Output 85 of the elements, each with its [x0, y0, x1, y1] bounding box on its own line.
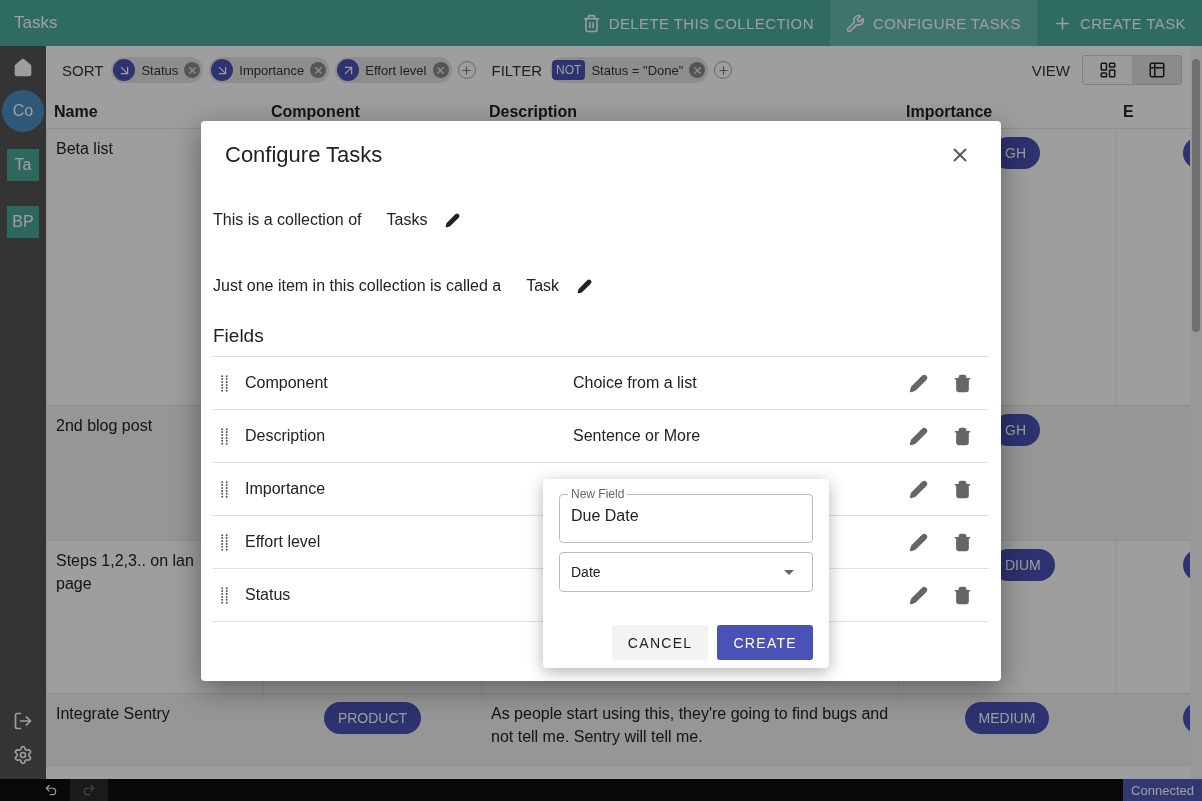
pencil-icon [909, 373, 928, 393]
pencil-icon [445, 212, 461, 228]
filter-label: FILTER [491, 61, 543, 79]
column-header: Importance [905, 102, 994, 122]
drag-handle-icon[interactable] [221, 533, 228, 551]
caret-icon [784, 569, 794, 575]
field-name: Importance [245, 480, 327, 498]
plus-icon [716, 63, 730, 77]
name-value: Tasks [386, 211, 428, 229]
trash-icon [953, 585, 972, 605]
close-icon [435, 64, 446, 76]
sort-chip[interactable]: Importance [209, 57, 330, 83]
fields-heading: Fields [213, 325, 265, 347]
filter-chip[interactable]: NOT Status = "Done" [550, 57, 709, 83]
pencil-icon [909, 532, 928, 552]
close-icon [186, 64, 198, 76]
trash-icon [953, 373, 972, 393]
dialog-text: This is a collection of [213, 211, 362, 229]
dialog-text: Just one item in this collection is called a [213, 277, 502, 295]
chip-label: Effort level [364, 62, 428, 78]
task-name: Integrate Sentry [56, 704, 170, 724]
create-button[interactable]: CREATE [717, 625, 813, 660]
logout-icon [13, 711, 33, 731]
chip-label: Importance [238, 62, 306, 78]
scrollbar-thumb[interactable] [1192, 59, 1200, 332]
table-icon [1147, 61, 1166, 79]
connection-status: Connected [1123, 779, 1202, 801]
pencil-icon [909, 585, 928, 605]
edit-button[interactable] [445, 212, 461, 228]
field-name: Effort level [245, 533, 322, 551]
chip-label: Status [140, 62, 180, 78]
task-name: 2nd blog post [56, 416, 153, 436]
trash-icon [953, 426, 972, 446]
settings-icon [13, 745, 33, 765]
field-type: Choice from a list [573, 374, 697, 391]
task-description: As people start using this, they're going to find bugs and not tell me. Sentry will tell me. [491, 704, 889, 747]
pencil-icon [909, 479, 928, 499]
wrench-icon [845, 13, 865, 33]
column-header: Component [270, 102, 361, 122]
drag-handle-icon[interactable] [221, 374, 228, 392]
sort-chip[interactable]: Status [111, 57, 204, 83]
pencil-icon [577, 278, 593, 294]
new-field-input[interactable]: New Field Due Date [559, 487, 813, 543]
trash-icon [953, 532, 972, 552]
task-name: Steps 1,2,3.. on lan [56, 551, 194, 571]
sidebar-button[interactable] [13, 58, 33, 78]
chip-label: Status = "Done" [590, 62, 685, 78]
field-name: Component [245, 374, 329, 392]
component-tag: PRODUCT [323, 702, 422, 734]
sort-chip[interactable]: Effort level [335, 57, 452, 83]
app-title: Tasks [13, 12, 59, 34]
home-icon [13, 58, 33, 78]
field-name: Status [245, 586, 292, 604]
trash-icon [953, 479, 972, 499]
edit-button[interactable] [577, 278, 593, 294]
importance-tag: MEDIUM [964, 702, 1050, 734]
not-tag: NOT [552, 60, 586, 80]
column-header: E [1122, 102, 1135, 122]
trash-icon [581, 13, 601, 33]
close-icon [691, 64, 703, 76]
sidebar-button[interactable] [13, 745, 33, 765]
board-icon [1098, 61, 1117, 79]
view-label: VIEW [1031, 61, 1070, 79]
field-type: Sentence or More [573, 427, 701, 444]
plus-icon [460, 63, 473, 77]
cancel-button[interactable]: CANCEL [611, 625, 709, 660]
field-name: Description [245, 427, 327, 445]
column-header: Name [53, 102, 99, 122]
undo-icon [44, 783, 58, 797]
collection-button[interactable]: Co [2, 90, 44, 132]
name-value: Task [526, 277, 560, 295]
task-name: page [56, 574, 92, 594]
sort-label: SORT [62, 61, 104, 79]
view-toggle[interactable] [1132, 56, 1181, 84]
redo-icon [82, 783, 96, 797]
sidebar-button[interactable] [13, 711, 33, 731]
drag-handle-icon[interactable] [221, 427, 228, 445]
dialog-title: Configure Tasks [225, 142, 383, 168]
close-icon [312, 64, 324, 76]
pencil-icon [909, 426, 928, 446]
field-type-select[interactable]: Date [559, 552, 813, 592]
drag-handle-icon[interactable] [221, 586, 228, 604]
task-name: Beta list [56, 139, 113, 159]
drag-handle-icon[interactable] [221, 480, 228, 498]
column-header: Description [488, 102, 578, 122]
